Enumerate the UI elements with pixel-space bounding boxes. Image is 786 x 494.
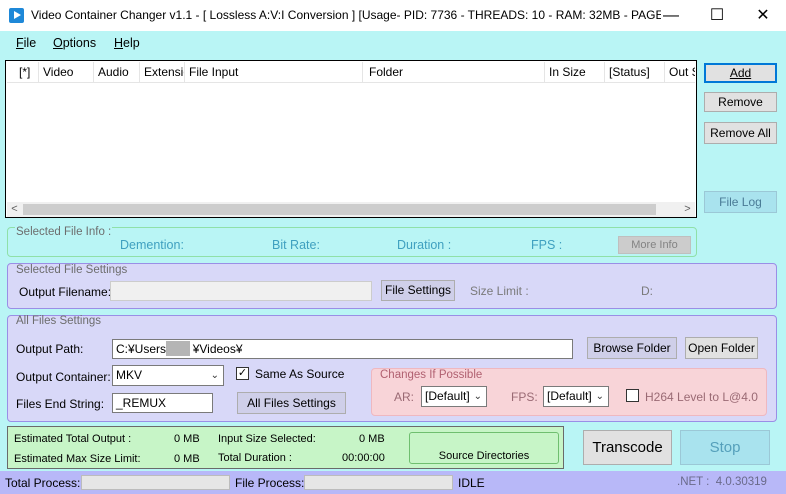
column-video[interactable]: Video bbox=[39, 62, 94, 82]
stop-button-label: Stop bbox=[709, 439, 741, 456]
status-state: IDLE bbox=[458, 476, 485, 490]
source-directories-button-label: Source Directories bbox=[438, 450, 530, 462]
scroll-right-icon[interactable]: > bbox=[680, 202, 695, 217]
total-duration-value: 00:00:00 bbox=[342, 452, 385, 464]
bit-rate-label: Bit Rate: bbox=[272, 238, 320, 252]
duration-label: Duration : bbox=[397, 238, 452, 252]
transcode-button[interactable]: Transcode bbox=[583, 430, 672, 465]
menu-options-label: ptions bbox=[62, 36, 97, 50]
file-log-button-label: File Log bbox=[719, 195, 762, 209]
size-limit-label: Size Limit : bbox=[470, 284, 529, 298]
more-info-button[interactable]: More Info bbox=[618, 236, 691, 254]
app-icon bbox=[9, 8, 24, 23]
more-info-button-label: More Info bbox=[631, 239, 678, 251]
remove-button[interactable]: Remove bbox=[704, 92, 777, 112]
transcode-button-label: Transcode bbox=[592, 439, 663, 456]
menu-help-label: elp bbox=[123, 36, 140, 50]
remove-all-button[interactable]: Remove All bbox=[704, 122, 777, 144]
drive-label: D: bbox=[641, 284, 653, 298]
file-list[interactable]: [*] Video Audio Extensio File Input Fold… bbox=[5, 60, 697, 218]
all-files-settings-button-label: All Files Settings bbox=[247, 396, 336, 410]
column-in-size[interactable]: In Size bbox=[545, 62, 605, 82]
changes-if-possible-title: Changes If Possible bbox=[380, 369, 483, 381]
scroll-thumb[interactable] bbox=[23, 204, 656, 215]
output-container-label: Output Container: bbox=[16, 370, 111, 384]
all-files-settings-title: All Files Settings bbox=[16, 315, 102, 327]
selected-file-settings-title: Selected File Settings bbox=[16, 264, 128, 276]
horizontal-scrollbar[interactable]: < > bbox=[7, 202, 695, 217]
add-button-label: Add bbox=[729, 66, 752, 80]
column-status[interactable]: [Status] bbox=[605, 62, 665, 82]
menu-help-accel: H bbox=[114, 36, 124, 50]
file-settings-button[interactable]: File Settings bbox=[381, 280, 455, 301]
ar-value: [Default] bbox=[425, 389, 470, 403]
output-container-value: MKV bbox=[116, 368, 143, 382]
browse-folder-button-label: Browse Folder bbox=[593, 341, 671, 355]
add-button[interactable]: Add bbox=[704, 63, 777, 83]
column-audio[interactable]: Audio bbox=[94, 62, 140, 82]
remove-button-label: Remove bbox=[718, 95, 763, 109]
column-out-size[interactable]: Out Si bbox=[665, 62, 695, 82]
files-end-string-label: Files End String: bbox=[16, 397, 105, 411]
column-folder[interactable]: Folder bbox=[363, 62, 545, 82]
file-process-label: File Process: bbox=[235, 476, 305, 490]
fps-select-label: FPS: bbox=[511, 390, 538, 404]
files-end-string-field[interactable]: _REMUX bbox=[112, 393, 213, 413]
redacted-username bbox=[166, 341, 190, 356]
browse-folder-button[interactable]: Browse Folder bbox=[587, 337, 677, 359]
estimated-total-output-label: Estimated Total Output : bbox=[14, 433, 132, 445]
close-icon[interactable]: ✕ bbox=[740, 0, 786, 31]
output-container-select[interactable]: MKV ⌄ bbox=[112, 365, 224, 386]
chevron-down-icon: ⌄ bbox=[473, 391, 482, 402]
file-settings-button-label: File Settings bbox=[384, 283, 452, 297]
open-folder-button-label: Open Folder bbox=[688, 341, 755, 355]
menu-options-accel: O bbox=[53, 36, 63, 50]
chevron-down-icon: ⌄ bbox=[595, 391, 604, 402]
demention-label: Demention: bbox=[120, 238, 184, 252]
ar-label: AR: bbox=[394, 390, 415, 404]
fps-select[interactable]: [Default] ⌄ bbox=[543, 386, 609, 407]
output-filename-label: Output Filename: bbox=[19, 285, 112, 299]
column-selected[interactable]: [*] bbox=[7, 62, 39, 82]
all-files-settings-button[interactable]: All Files Settings bbox=[237, 392, 346, 414]
file-process-progress bbox=[304, 475, 453, 490]
fps-value: [Default] bbox=[547, 389, 592, 403]
estimated-max-size-value: 0 MB bbox=[174, 453, 200, 465]
list-header: [*] Video Audio Extensio File Input Fold… bbox=[7, 62, 695, 83]
column-extension[interactable]: Extensio bbox=[140, 62, 185, 82]
total-duration-label: Total Duration : bbox=[218, 452, 292, 464]
same-as-source-label: Same As Source bbox=[255, 367, 345, 381]
stop-button[interactable]: Stop bbox=[680, 430, 770, 465]
h264-level-checkbox[interactable] bbox=[626, 389, 639, 402]
column-file-input[interactable]: File Input bbox=[185, 62, 363, 82]
input-size-selected-label: Input Size Selected: bbox=[218, 433, 316, 445]
menu-file-accel: F bbox=[16, 36, 24, 50]
chevron-down-icon: ⌄ bbox=[210, 370, 219, 381]
estimated-max-size-label: Estimated Max Size Limit: bbox=[14, 453, 141, 465]
h264-level-label: H264 Level to L@4.0 bbox=[645, 390, 758, 404]
total-process-progress bbox=[81, 475, 230, 490]
file-log-button[interactable]: File Log bbox=[704, 191, 777, 213]
output-path-label: Output Path: bbox=[16, 342, 84, 356]
fps-label: FPS : bbox=[531, 238, 563, 252]
menu-file[interactable]: File bbox=[16, 36, 36, 50]
same-as-source-checkbox[interactable]: ✓ bbox=[236, 367, 249, 380]
open-folder-button[interactable]: Open Folder bbox=[685, 337, 758, 359]
menu-file-label: ile bbox=[23, 36, 37, 50]
maximize-icon[interactable]: ☐ bbox=[694, 0, 740, 31]
net-version: .NET : 4.0.30319 bbox=[677, 476, 767, 488]
menu-help[interactable]: Help bbox=[114, 36, 140, 50]
minimize-icon[interactable]: — bbox=[648, 0, 694, 31]
ar-select[interactable]: [Default] ⌄ bbox=[421, 386, 487, 407]
estimated-total-output-value: 0 MB bbox=[174, 433, 200, 445]
output-filename-field[interactable] bbox=[110, 281, 372, 301]
input-size-selected-value: 0 MB bbox=[359, 433, 385, 445]
source-directories-button[interactable]: Source Directories bbox=[409, 432, 559, 464]
remove-all-button-label: Remove All bbox=[710, 126, 771, 140]
window-title: Video Container Changer v1.1 - [ Lossles… bbox=[31, 8, 661, 22]
menu-options[interactable]: Options bbox=[53, 36, 96, 50]
scroll-left-icon[interactable]: < bbox=[7, 202, 22, 217]
selected-file-info-title: Selected File Info : bbox=[15, 226, 113, 238]
total-process-label: Total Process: bbox=[5, 476, 81, 490]
